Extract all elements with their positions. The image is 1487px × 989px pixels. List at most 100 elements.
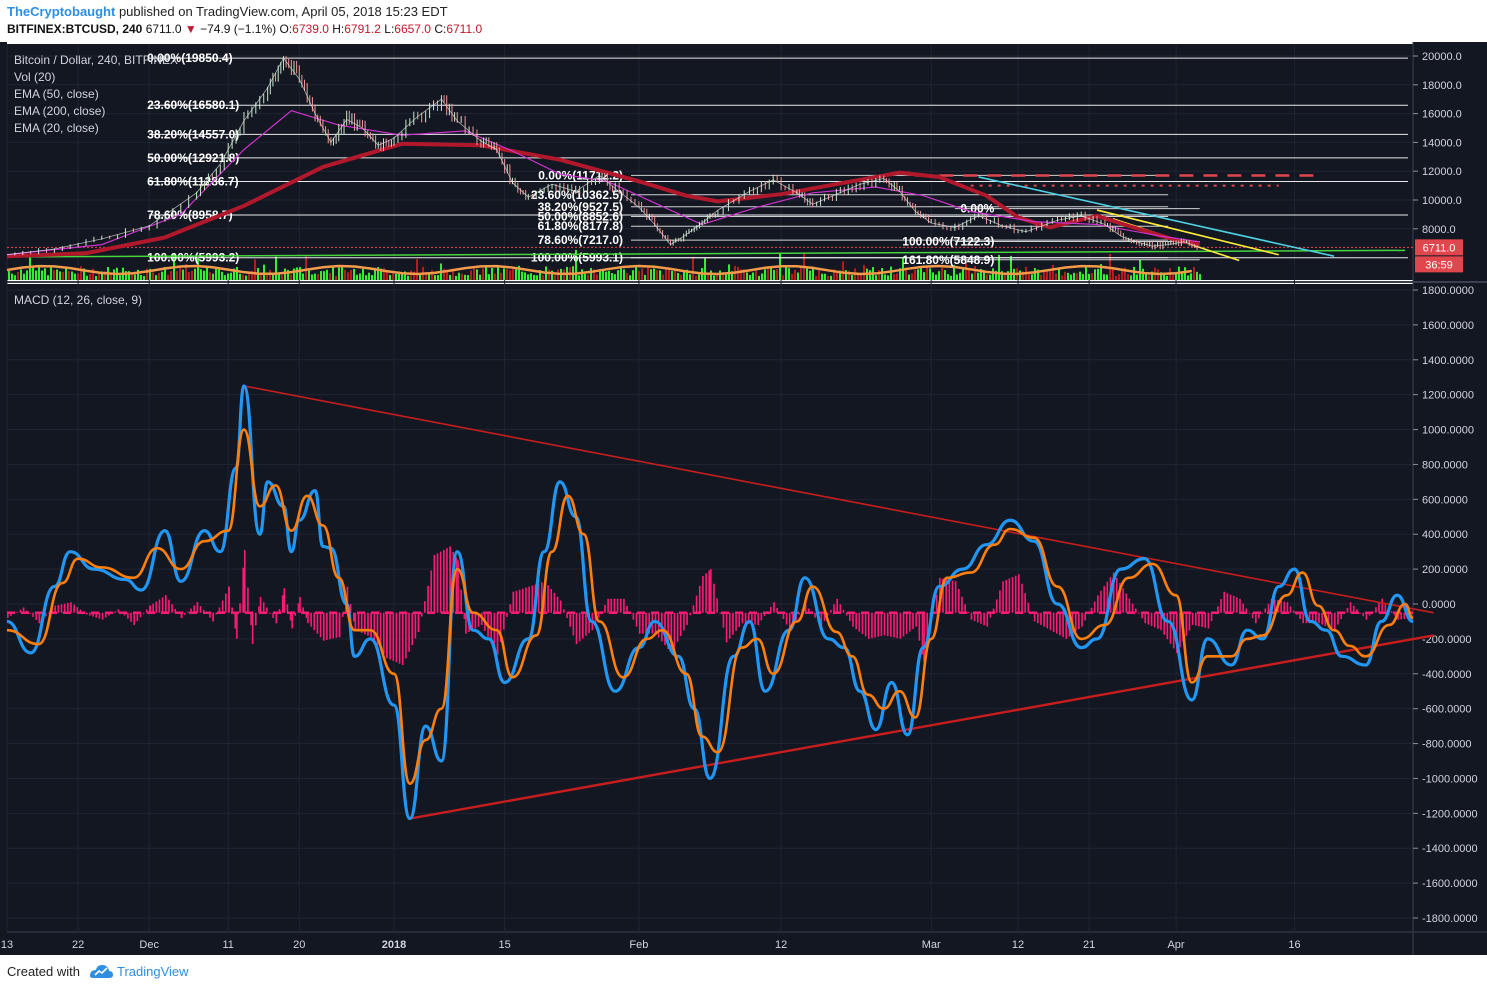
histogram-bar [262,602,265,613]
volume-bar [1019,270,1021,280]
volume-bar [92,268,94,280]
histogram-bar [719,612,722,614]
volume-bar [719,270,721,280]
histogram-bar [559,600,562,613]
histogram-bar [395,612,398,663]
volume-bar [1115,275,1117,280]
volume-bar [683,271,685,280]
volume-bar [299,267,301,280]
histogram-bar [553,592,556,613]
volume-bar [80,266,82,280]
volume-bar [338,267,340,280]
volume-bar [503,268,505,280]
histogram-bar [708,570,711,613]
histogram-bar [683,612,685,631]
volume-bar [1088,273,1090,280]
histogram-bar [1128,598,1131,613]
volume-bar [1196,271,1198,280]
histogram-bar [716,598,718,613]
volume-bar [1067,272,1069,280]
macd-tick-label: 1000.0000 [1422,425,1474,437]
volume-bar [659,270,661,280]
volume-bar [587,274,589,280]
histogram-bar [291,612,293,629]
volume-bar [428,274,430,280]
histogram-bar [983,612,985,626]
macd-tick-label: -1400.0000 [1422,843,1478,855]
histogram-bar [1144,612,1147,624]
histogram-bar [63,603,66,613]
histogram-bar [1097,595,1099,613]
volume-bar [281,274,283,280]
histogram-bar [155,601,158,613]
histogram-bar [183,612,186,615]
volume-bar [242,274,244,280]
histogram-bar [757,612,759,625]
histogram-bar [582,612,584,639]
volume-bar [314,273,316,280]
volume-bar [611,273,613,280]
histogram-bar [1255,612,1257,624]
volume-bar [806,267,808,280]
volume-bar [1172,275,1174,280]
volume-bar [1142,268,1144,280]
histogram-bar [525,587,527,613]
fib-level-label: 23.60%(16580.1) [147,98,239,112]
volume-bar [320,271,322,280]
chart-area[interactable]: 20000.0 18000.0 16000.0 14000.0 12000.0 10000… [0,42,1487,955]
volume-bar [935,274,937,280]
volume-bar [929,268,931,280]
volume-bar [878,270,880,280]
histogram-bar [398,612,401,664]
volume-bar [77,273,79,280]
volume-bar [461,273,463,280]
volume-bar [710,270,712,280]
publish-info: published on TradingView.com, April 05, … [118,4,448,19]
volume-bar [161,271,163,280]
histogram-bar [382,612,385,654]
volume-bar [482,268,484,280]
down-arrow-icon: ▼ [184,22,197,36]
histogram-bar [161,597,164,613]
fib-level-label: 38.20%(14557.0) [147,127,239,141]
histogram-bar [877,612,880,637]
histogram-bar [1081,612,1083,627]
volume-bar [761,273,763,280]
histogram-bar [446,548,448,613]
histogram-bar [338,612,341,638]
author-link[interactable]: TheCryptobaught [7,4,115,19]
histogram-bar [357,612,360,632]
low-label: L: [384,22,395,36]
volume-bar [476,269,478,280]
volume-bar [56,269,58,280]
histogram-bar [613,598,616,613]
volume-bar [791,273,793,280]
volume-bar [1130,275,1132,280]
histogram-bar [578,612,581,642]
volume-bar [512,268,514,280]
volume-bar [1055,273,1057,280]
histogram-bar [101,612,104,620]
histogram-bar [16,611,19,613]
fib-level-label: 61.80%(11286.7) [147,174,238,188]
volume-bar [464,274,466,280]
volume-bar [521,271,523,280]
histogram-bar [474,612,477,629]
tradingview-link[interactable]: TradingView [117,964,189,979]
volume-bar [815,275,817,280]
volume-bar [110,274,112,280]
volume-bar [1064,271,1066,280]
histogram-bar [642,612,644,634]
volume-bar [578,275,580,280]
volume-bar [692,256,694,280]
histogram-bar [1292,610,1295,613]
histogram-bar [616,598,619,613]
volume-bar [530,273,532,280]
histogram-bar [281,595,284,613]
volume-bar [263,264,265,280]
volume-bar [782,275,784,280]
histogram-bar [443,549,445,613]
volume-bar [1034,268,1036,280]
volume-bar [407,275,409,280]
histogram-bar [255,612,257,626]
